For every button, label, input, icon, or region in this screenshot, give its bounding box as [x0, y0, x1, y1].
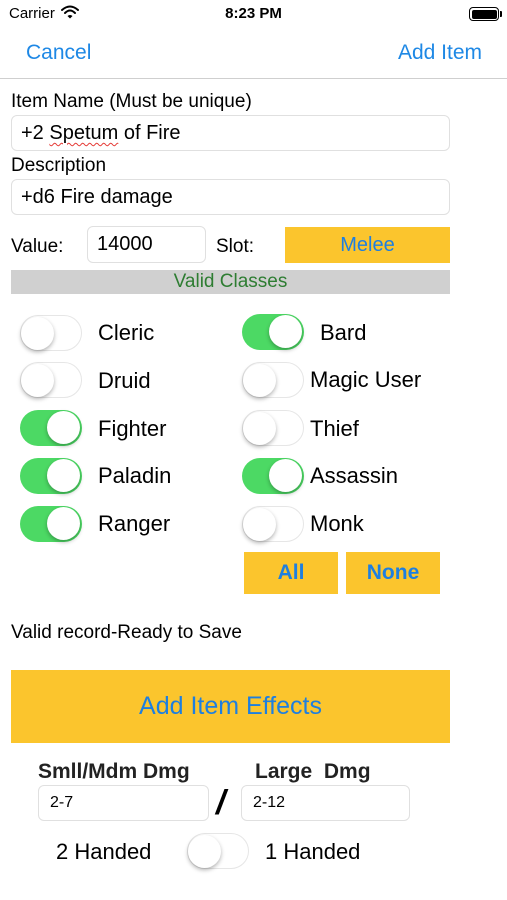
item-name-field[interactable]: +2 Spetum of Fire [11, 115, 450, 151]
add-item-button[interactable]: Add Item [398, 41, 482, 65]
toggle-knob [269, 459, 302, 492]
valid-classes-header: Valid Classes [11, 270, 450, 294]
battery-cap [500, 11, 502, 17]
large-damage-label: Large Dmg [255, 760, 371, 783]
druid-label: Druid [98, 368, 151, 393]
time-label: 8:23 PM [225, 5, 282, 22]
one-handed-label: 1 Handed [265, 839, 361, 864]
paladin-label: Paladin [98, 463, 172, 488]
bard-toggle[interactable] [242, 314, 304, 350]
magic-user-label: Magic User [310, 367, 422, 392]
assassin-label: Assassin [310, 463, 399, 488]
add-item-effects-button[interactable]: Add Item Effects [11, 670, 450, 743]
toggle-knob [47, 507, 80, 540]
item-name-prefix: +2 [21, 122, 50, 144]
fighter-label: Fighter [98, 416, 167, 441]
cancel-button[interactable]: Cancel [26, 41, 91, 65]
cleric-toggle[interactable] [20, 315, 82, 351]
value-field[interactable]: 14000 [87, 226, 206, 263]
monk-toggle[interactable] [242, 506, 304, 542]
toggle-knob [47, 459, 80, 492]
toggle-knob [21, 364, 54, 397]
cleric-label: Cleric [98, 320, 155, 345]
description-field[interactable]: +d6 Fire damage [11, 179, 450, 215]
assassin-toggle[interactable] [242, 458, 304, 494]
toggle-knob [243, 508, 276, 541]
toggle-knob [243, 364, 276, 397]
small-medium-damage-field[interactable]: 2-7 [38, 785, 209, 821]
monk-label: Monk [310, 511, 364, 536]
toggle-knob [47, 411, 80, 444]
none-button[interactable]: None [346, 552, 440, 594]
all-button[interactable]: All [244, 552, 338, 594]
toggle-knob [188, 835, 221, 868]
fighter-toggle[interactable] [20, 410, 82, 446]
slot-selector-button[interactable]: Melee [285, 227, 450, 263]
thief-label: Thief [310, 416, 359, 441]
bard-label: Bard [320, 320, 367, 345]
item-name-label: Item Name (Must be unique) [11, 91, 252, 112]
ranger-label: Ranger [98, 511, 171, 536]
small-medium-damage-label: Smll/Mdm Dmg [38, 760, 190, 783]
paladin-toggle[interactable] [20, 458, 82, 494]
description-label: Description [11, 155, 107, 176]
validation-status-message: Valid record-Ready to Save [11, 622, 242, 643]
item-name-misspelled-word: Spetum [49, 122, 119, 144]
toggle-knob [269, 315, 302, 348]
two-handed-label: 2 Handed [56, 839, 152, 864]
ranger-toggle[interactable] [20, 506, 82, 542]
handed-toggle[interactable] [187, 833, 249, 869]
thief-toggle[interactable] [242, 410, 304, 446]
druid-toggle[interactable] [20, 362, 82, 398]
damage-separator: / [216, 784, 226, 822]
battery-icon [469, 7, 499, 21]
toggle-knob [21, 317, 54, 350]
item-name-suffix: of Fire [118, 122, 181, 144]
slot-label: Slot: [216, 236, 255, 257]
large-damage-field[interactable]: 2-12 [241, 785, 410, 821]
magic-user-toggle[interactable] [242, 362, 304, 398]
toggle-knob [243, 412, 276, 445]
value-label: Value: [11, 236, 64, 257]
nav-divider [0, 78, 507, 79]
